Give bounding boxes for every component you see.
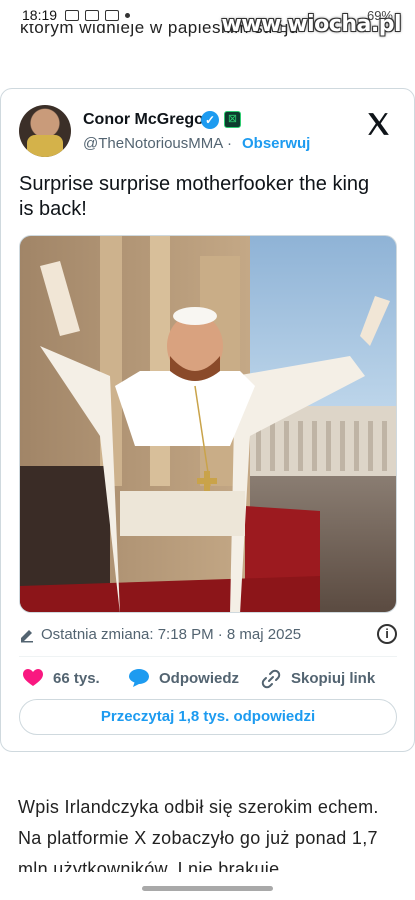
read-replies-button[interactable]: Przeczytaj 1,8 tys. odpowiedzi <box>19 699 397 735</box>
status-time: 18:19 <box>22 7 58 23</box>
more-notifications-dot-icon <box>125 12 131 18</box>
gesture-navigation-bar[interactable] <box>142 886 273 891</box>
notification-icon <box>65 9 80 21</box>
divider <box>19 656 397 657</box>
separator-dot: · <box>227 135 232 152</box>
tweet-image[interactable] <box>19 235 397 613</box>
tweet-actions: 66 tys. Odpowiedz Skopiuj link <box>19 667 397 691</box>
x-logo-icon[interactable] <box>365 111 391 137</box>
gallery-icon <box>85 9 100 21</box>
info-icon[interactable]: i <box>377 624 397 644</box>
follow-button[interactable]: Obserwuj <box>242 135 310 152</box>
last-edit-text: Ostatnia zmiana: 7:18 PM · 8 maj 2025 <box>41 626 302 643</box>
avatar[interactable] <box>19 105 71 157</box>
author-handle[interactable]: @TheNotoriousMMA <box>83 135 223 152</box>
pencil-icon <box>21 630 33 643</box>
reply-button[interactable]: Odpowiedz <box>159 670 239 687</box>
status-icons <box>65 9 131 21</box>
embedded-tweet[interactable]: Conor McGregor ✓ ⊠ @TheNotoriousMMA · Ob… <box>0 88 415 752</box>
calendar-icon <box>105 9 120 21</box>
verified-badge-icon: ✓ <box>201 111 219 129</box>
author-name[interactable]: Conor McGregor <box>83 111 210 129</box>
speech-bubble-icon[interactable] <box>129 669 149 687</box>
link-icon[interactable] <box>261 669 281 689</box>
watermark: www.wiocha.pl <box>221 12 401 37</box>
tweet-image-illustration <box>20 236 396 612</box>
tweet-text: Surprise surprise motherfooker the king … <box>19 173 370 220</box>
likes-count[interactable]: 66 tys. <box>53 670 100 687</box>
heart-icon[interactable] <box>23 669 43 687</box>
tweet-meta-row: Ostatnia zmiana: 7:18 PM · 8 maj 2025 i <box>19 624 397 646</box>
affiliate-badge-icon: ⊠ <box>224 111 241 128</box>
copy-link-button[interactable]: Skopiuj link <box>291 670 375 687</box>
tweet-header: Conor McGregor ✓ ⊠ @TheNotoriousMMA · Ob… <box>19 105 399 159</box>
